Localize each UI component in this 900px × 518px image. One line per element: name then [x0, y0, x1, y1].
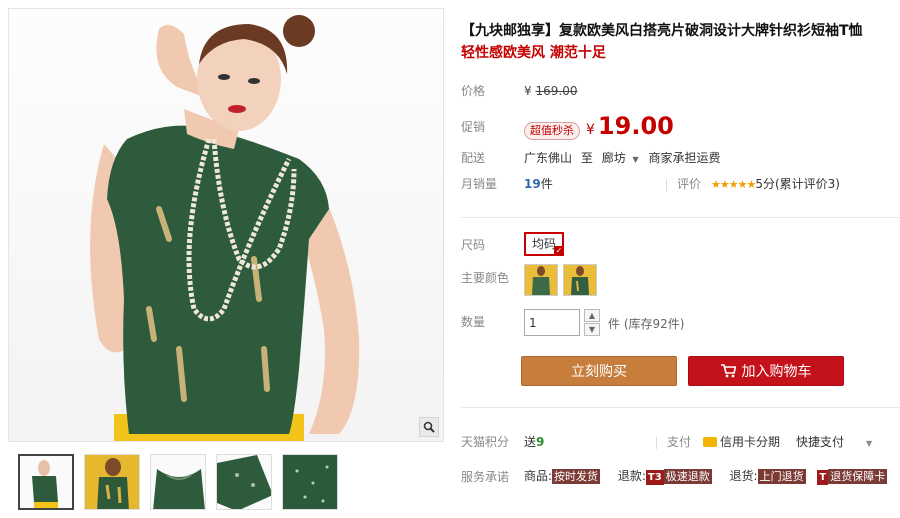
color-swatch-front[interactable]	[524, 264, 558, 296]
rating-row: 评价 ★★★★★5分(累计评价3)	[656, 176, 840, 193]
thumbnail-3[interactable]	[150, 454, 206, 510]
size-option-label: 均码	[531, 237, 556, 251]
delivery-label: 配送	[461, 151, 486, 165]
stock-count: (库存92件)	[623, 317, 685, 331]
main-product-image[interactable]	[8, 8, 444, 442]
refund-label: 退款:	[617, 469, 646, 483]
thumbnail-1[interactable]	[18, 454, 74, 510]
on-time-shipping-tag[interactable]: 按时发货	[552, 469, 601, 484]
product-title: 【九块邮独享】复款欧美风白搭亮片破洞设计大牌针织衫短袖T恤	[461, 23, 863, 39]
monthly-sales-label: 月销量	[461, 177, 498, 191]
price-label: 价格	[461, 84, 486, 98]
buy-now-label: 立刻购买	[571, 364, 627, 380]
chevron-down-icon[interactable]: ▼	[633, 155, 639, 164]
separator	[666, 178, 667, 191]
quick-pay[interactable]: 快捷支付	[796, 435, 844, 449]
return-guarantee-card-tag[interactable]: 退货保障卡	[828, 469, 888, 484]
quantity-increase-button[interactable]: ▲	[584, 309, 600, 322]
service-promise-label: 服务承诺	[461, 470, 510, 484]
credit-card-installment[interactable]: 信用卡分期	[720, 435, 780, 449]
thumbnail-2[interactable]	[84, 454, 140, 510]
currency-symbol-current: ¥	[586, 122, 595, 138]
t-badge-icon: T	[817, 470, 829, 485]
quantity-unit: 件	[608, 317, 621, 331]
monthly-sales-count: 19	[524, 177, 541, 191]
t3-badge-icon: T3	[645, 470, 664, 485]
product-info-panel: 【九块邮独享】复款欧美风白搭亮片破洞设计大牌针织衫短袖T恤 轻性感欧美风 潮范十…	[461, 0, 900, 518]
delivery-from: 广东佛山	[524, 151, 573, 165]
color-swatch-back[interactable]	[563, 264, 597, 296]
divider	[461, 217, 900, 218]
quantity-decrease-button[interactable]: ▼	[584, 323, 600, 336]
size-option[interactable]: 均码 ✓	[524, 232, 564, 256]
divider	[461, 407, 900, 408]
promo-price-row: 超值秒杀 ¥19.00	[524, 112, 674, 144]
tmall-points-row: 送9	[524, 434, 544, 450]
quantity-label: 数量	[461, 315, 486, 329]
tmall-points-label: 天猫积分	[461, 435, 510, 449]
add-to-cart-button[interactable]: 加入购物车	[688, 356, 844, 386]
separator	[656, 436, 657, 449]
fast-refund-tag[interactable]: 极速退款	[663, 469, 712, 484]
thumbnail-strip	[18, 454, 338, 510]
image-gallery	[8, 8, 444, 514]
points-value: 9	[536, 435, 545, 449]
original-price-value: 169.00	[535, 84, 578, 98]
rating-score[interactable]: 5分(累计评价3)	[755, 177, 840, 191]
rating-stars-icon: ★★★★★	[711, 178, 756, 191]
color-label: 主要颜色	[461, 271, 510, 285]
credit-card-icon	[703, 437, 718, 447]
currency-symbol: ¥	[524, 84, 532, 98]
chevron-down-icon[interactable]: ▼	[866, 439, 872, 448]
thumbnail-5[interactable]	[282, 454, 338, 510]
payment-row: 支付 信用卡分期 快捷支付 ▼	[646, 434, 872, 452]
add-to-cart-label: 加入购物车	[741, 364, 812, 380]
payment-label: 支付	[667, 435, 692, 449]
model-photo	[90, 15, 360, 441]
quantity-stock-row: 件 (库存92件)	[608, 316, 684, 332]
delivery-to-word: 至	[580, 151, 593, 165]
monthly-sales-unit: 件	[540, 177, 553, 191]
delivery-destination[interactable]: 廊坊	[602, 151, 626, 165]
monthly-sales-row: 19件	[524, 176, 553, 192]
quantity-input[interactable]	[524, 309, 580, 336]
flash-sale-badge: 超值秒杀	[524, 122, 580, 140]
delivery-row: 广东佛山 至 廊坊 ▼ 商家承担运费	[524, 150, 721, 168]
service-promise-row: 商品: 按时发货 退款: T3 极速退款 退货: 上门退货 T 退货保障卡	[524, 468, 888, 485]
product-subtitle: 轻性感欧美风 潮范十足	[461, 45, 606, 61]
goods-label: 商品:	[524, 469, 553, 483]
thumbnail-4[interactable]	[216, 454, 272, 510]
current-price: 19.00	[597, 112, 674, 140]
home-pickup-return-tag[interactable]: 上门退货	[757, 469, 806, 484]
size-label: 尺码	[461, 238, 486, 252]
original-price: ¥ 169.00	[524, 83, 577, 99]
return-label: 退货:	[729, 469, 758, 483]
shipping-note: 商家承担运费	[648, 151, 721, 165]
selected-check-icon: ✓	[554, 246, 564, 256]
promo-label: 促销	[461, 120, 486, 134]
points-send-word: 送	[524, 435, 537, 449]
zoom-icon[interactable]	[419, 417, 439, 437]
review-label: 评价	[677, 177, 702, 191]
buy-now-button[interactable]: 立刻购买	[521, 356, 677, 386]
cart-icon	[720, 359, 737, 389]
